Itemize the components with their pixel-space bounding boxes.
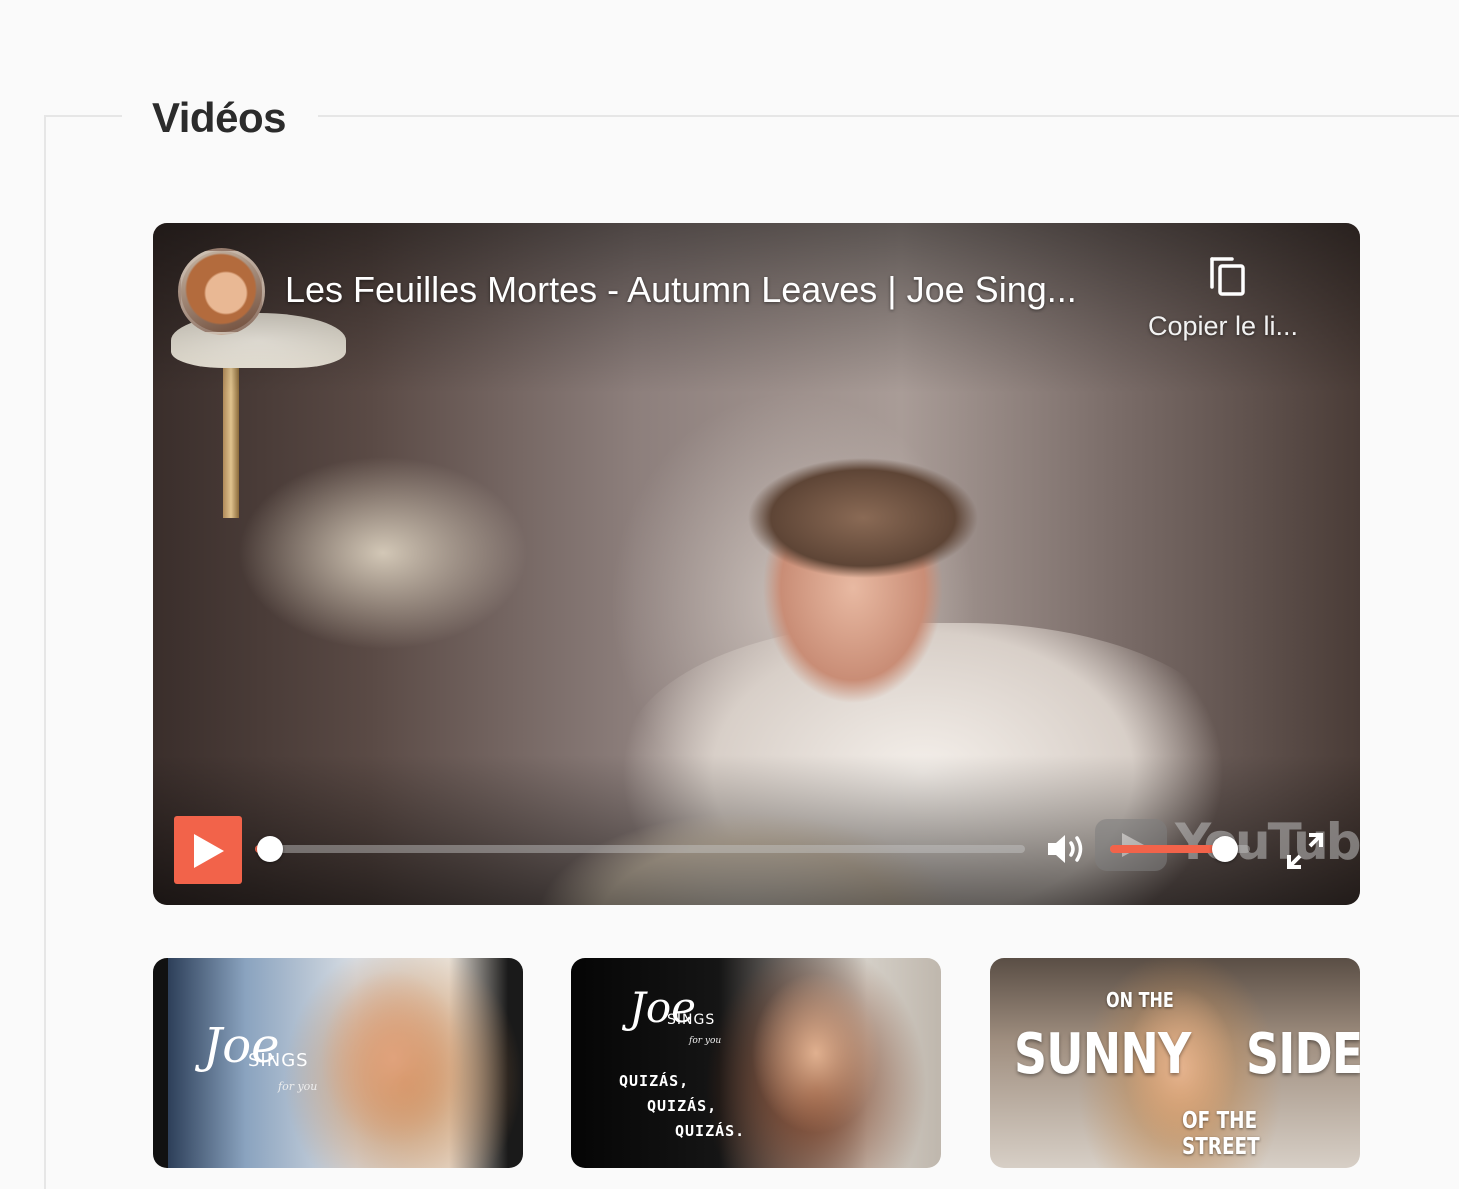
thumbnail-bottom-text: OF THE STREET bbox=[1182, 1108, 1260, 1160]
quizas-line-2: QUIZÁS, bbox=[647, 1097, 718, 1115]
copy-link-label: Copier le li... bbox=[1147, 311, 1299, 341]
quizas-line-1: QUIZÁS, bbox=[619, 1072, 690, 1090]
video-title[interactable]: Les Feuilles Mortes - Autumn Leaves | Jo… bbox=[285, 267, 1115, 313]
volume-icon[interactable] bbox=[1046, 832, 1088, 866]
video-figure-hair bbox=[748, 458, 978, 578]
youtube-logo-text: YouTube bbox=[1175, 813, 1360, 871]
thumbnail-sings-text: SINGS bbox=[248, 1050, 309, 1071]
copy-link-button[interactable]: Copier le li... bbox=[1138, 249, 1308, 349]
channel-avatar[interactable] bbox=[178, 248, 265, 335]
video-thumbnail-1[interactable]: Joe SINGS for you bbox=[153, 958, 523, 1168]
thumbnail-tagline: for you bbox=[278, 1080, 318, 1093]
fullscreen-icon[interactable] bbox=[1285, 831, 1325, 871]
video-thumbnail-3[interactable]: ON THE SUNNY SIDE OF THE STREET bbox=[990, 958, 1360, 1168]
thumbnail-tagline: for you bbox=[689, 1036, 722, 1046]
thumbnail-right-word: SIDE bbox=[1246, 1022, 1360, 1087]
thumbnail-left-word: SUNNY bbox=[1014, 1022, 1191, 1087]
thumbnail-top-text: ON THE bbox=[1106, 988, 1174, 1012]
video-player[interactable]: Les Feuilles Mortes - Autumn Leaves | Jo… bbox=[153, 223, 1360, 905]
volume-knob[interactable] bbox=[1211, 836, 1238, 862]
progress-bar[interactable] bbox=[255, 836, 1025, 862]
thumbnail-sings-text: SINGS bbox=[667, 1012, 716, 1028]
volume-fill bbox=[1110, 845, 1225, 853]
copy-icon bbox=[1210, 257, 1245, 296]
play-icon bbox=[194, 834, 224, 868]
volume-slider[interactable] bbox=[1110, 836, 1250, 862]
section-title: Vidéos bbox=[122, 88, 318, 148]
video-thumbnail-2[interactable]: Joe SINGS for you QUIZÁS, QUIZÁS, QUIZÁS… bbox=[571, 958, 941, 1168]
play-button[interactable] bbox=[174, 816, 242, 884]
quizas-line-3: QUIZÁS. bbox=[675, 1122, 746, 1140]
